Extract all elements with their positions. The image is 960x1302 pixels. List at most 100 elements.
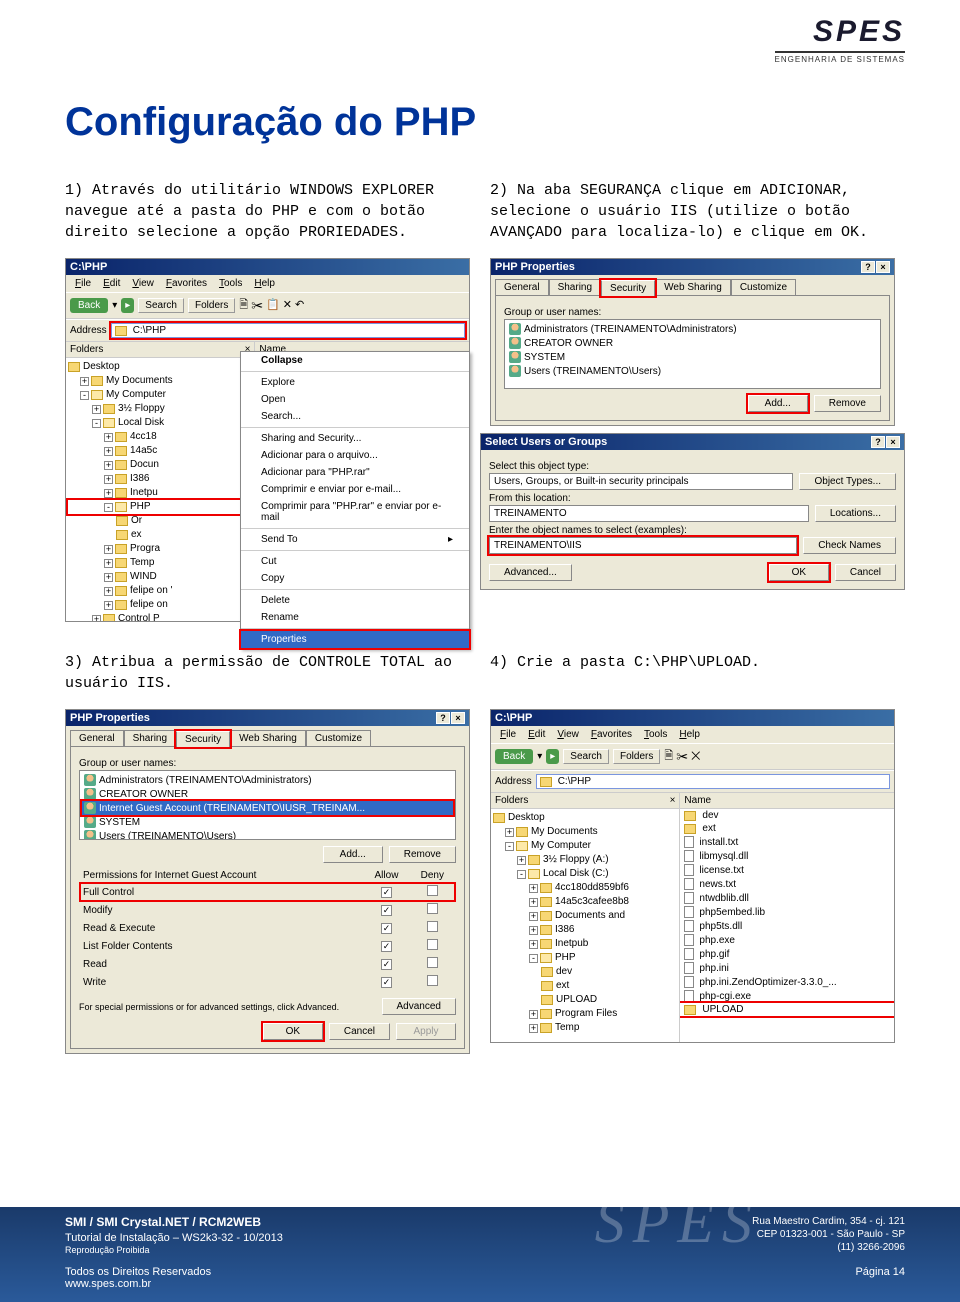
deny-checkbox[interactable] bbox=[427, 957, 438, 968]
menu-item[interactable]: Favorites bbox=[586, 728, 637, 741]
cancel-button[interactable]: Cancel bbox=[329, 1023, 390, 1040]
dialog-titlebar[interactable]: PHP Properties ?× bbox=[491, 259, 894, 275]
tab[interactable]: Security bbox=[176, 731, 230, 747]
list-item[interactable]: php.exe bbox=[680, 933, 894, 947]
menu-item[interactable]: Tools bbox=[639, 728, 672, 741]
object-type-input[interactable]: Users, Groups, or Built-in security prin… bbox=[489, 473, 793, 490]
tree-label[interactable]: Local Disk (C:) bbox=[543, 867, 609, 881]
menu-item[interactable]: Adicionar para "PHP.rar" bbox=[241, 464, 469, 481]
expand-icon[interactable]: - bbox=[529, 954, 538, 963]
list-item[interactable]: php.ini bbox=[680, 961, 894, 975]
list-item[interactable]: SYSTEM bbox=[82, 815, 453, 829]
expand-icon[interactable]: + bbox=[92, 615, 101, 622]
help-icon[interactable]: ? bbox=[436, 712, 450, 724]
list-item[interactable]: install.txt bbox=[680, 835, 894, 849]
allow-checkbox[interactable] bbox=[381, 905, 392, 916]
list-item[interactable]: CREATOR OWNER bbox=[82, 787, 453, 801]
chevron-icon[interactable]: ▾ bbox=[112, 300, 117, 311]
tree-label[interactable]: Inetpu bbox=[130, 486, 158, 500]
allow-checkbox[interactable] bbox=[381, 959, 392, 970]
deny-checkbox[interactable] bbox=[427, 921, 438, 932]
menu-item[interactable]: Help bbox=[674, 728, 705, 741]
deny-checkbox[interactable] bbox=[427, 939, 438, 950]
menu-item[interactable]: Send To ▸ bbox=[241, 531, 469, 548]
tree-label[interactable]: 4cc180dd859bf6 bbox=[555, 881, 629, 895]
apply-button[interactable]: Apply bbox=[396, 1023, 456, 1040]
tree-label[interactable]: WIND bbox=[130, 570, 157, 584]
remove-button[interactable]: Remove bbox=[814, 395, 881, 412]
expand-icon[interactable]: + bbox=[529, 940, 538, 949]
list-item[interactable]: php5ts.dll bbox=[680, 919, 894, 933]
menu-item[interactable]: Comprimir para "PHP.rar" e enviar por e-… bbox=[241, 498, 469, 526]
menu-item[interactable]: File bbox=[495, 728, 521, 741]
tree-label[interactable]: felipe on bbox=[130, 598, 168, 612]
expand-icon[interactable]: + bbox=[104, 433, 113, 442]
tab[interactable]: General bbox=[70, 730, 124, 746]
menu-item[interactable]: Copy bbox=[241, 570, 469, 587]
tree-label[interactable]: ext bbox=[556, 979, 569, 993]
list-item[interactable]: dev bbox=[680, 809, 894, 822]
menu-item[interactable]: Search... bbox=[241, 408, 469, 425]
close-icon[interactable]: × bbox=[451, 712, 465, 724]
tree-label[interactable]: 3½ Floppy bbox=[118, 402, 165, 416]
check-names-button[interactable]: Check Names bbox=[803, 537, 896, 554]
tree-label[interactable]: UPLOAD bbox=[556, 993, 597, 1007]
expand-icon[interactable]: - bbox=[92, 419, 101, 428]
list-item[interactable]: SYSTEM bbox=[507, 350, 878, 364]
remove-button[interactable]: Remove bbox=[389, 846, 456, 863]
tree-label[interactable]: Inetpub bbox=[555, 937, 588, 951]
allow-checkbox[interactable] bbox=[381, 977, 392, 988]
back-button[interactable]: Back bbox=[495, 749, 533, 764]
back-button[interactable]: Back bbox=[70, 298, 108, 313]
expand-icon[interactable]: + bbox=[529, 912, 538, 921]
tree-label[interactable]: dev bbox=[556, 965, 572, 979]
tree-label[interactable]: 14a5c3cafee8b8 bbox=[555, 895, 629, 909]
expand-icon[interactable]: + bbox=[529, 884, 538, 893]
menu-item[interactable]: View bbox=[127, 277, 159, 290]
tree-label[interactable]: Control P bbox=[118, 612, 160, 621]
list-item[interactable]: php-cgi.exe bbox=[680, 989, 894, 1003]
expand-icon[interactable]: + bbox=[517, 856, 526, 865]
tree-label[interactable]: My Documents bbox=[531, 825, 598, 839]
tree-label[interactable]: 14a5c bbox=[130, 444, 157, 458]
expand-icon[interactable]: + bbox=[104, 489, 113, 498]
close-icon[interactable]: × bbox=[670, 795, 676, 806]
cancel-button[interactable]: Cancel bbox=[835, 564, 896, 581]
list-item[interactable]: Users (TREINAMENTO\Users) bbox=[507, 364, 878, 378]
tree-label[interactable]: Temp bbox=[130, 556, 154, 570]
deny-checkbox[interactable] bbox=[427, 975, 438, 986]
tree-label[interactable]: Local Disk bbox=[118, 416, 164, 430]
allow-checkbox[interactable] bbox=[381, 887, 392, 898]
ok-button[interactable]: OK bbox=[769, 564, 829, 581]
expand-icon[interactable]: - bbox=[104, 503, 113, 512]
tree-label[interactable]: My Documents bbox=[106, 374, 173, 388]
tree-label[interactable]: 4cc18 bbox=[130, 430, 157, 444]
tree-label[interactable]: PHP bbox=[130, 500, 151, 514]
advanced-button[interactable]: Advanced... bbox=[489, 564, 572, 581]
tree-label[interactable]: My Computer bbox=[531, 839, 591, 853]
object-types-button[interactable]: Object Types... bbox=[799, 473, 896, 490]
help-icon[interactable]: ? bbox=[861, 261, 875, 273]
search-button[interactable]: Search bbox=[563, 749, 609, 764]
tab[interactable]: Customize bbox=[731, 279, 796, 295]
list-item[interactable]: php.gif bbox=[680, 947, 894, 961]
tree-label[interactable]: Desktop bbox=[83, 360, 120, 374]
tab[interactable]: General bbox=[495, 279, 549, 295]
tree-label[interactable]: Desktop bbox=[508, 811, 545, 825]
list-item[interactable]: Internet Guest Account (TREINAMENTO\IUSR… bbox=[82, 801, 453, 815]
expand-icon[interactable]: + bbox=[104, 573, 113, 582]
expand-icon[interactable]: + bbox=[80, 377, 89, 386]
expand-icon[interactable]: - bbox=[80, 391, 89, 400]
list-item[interactable]: UPLOAD bbox=[680, 1003, 894, 1016]
ok-button[interactable]: OK bbox=[263, 1023, 323, 1040]
tab[interactable]: Customize bbox=[306, 730, 371, 746]
menu-item[interactable]: Open bbox=[241, 391, 469, 408]
expand-icon[interactable]: + bbox=[104, 447, 113, 456]
menu-item[interactable]: Sharing and Security... bbox=[241, 430, 469, 447]
locations-button[interactable]: Locations... bbox=[815, 505, 896, 522]
tree-label[interactable]: I386 bbox=[130, 472, 149, 486]
address-input[interactable]: C:\PHP bbox=[111, 323, 465, 338]
menu-item[interactable]: Edit bbox=[523, 728, 550, 741]
list-item[interactable]: Administrators (TREINAMENTO\Administrato… bbox=[507, 322, 878, 336]
tree-label[interactable]: Temp bbox=[555, 1021, 579, 1035]
